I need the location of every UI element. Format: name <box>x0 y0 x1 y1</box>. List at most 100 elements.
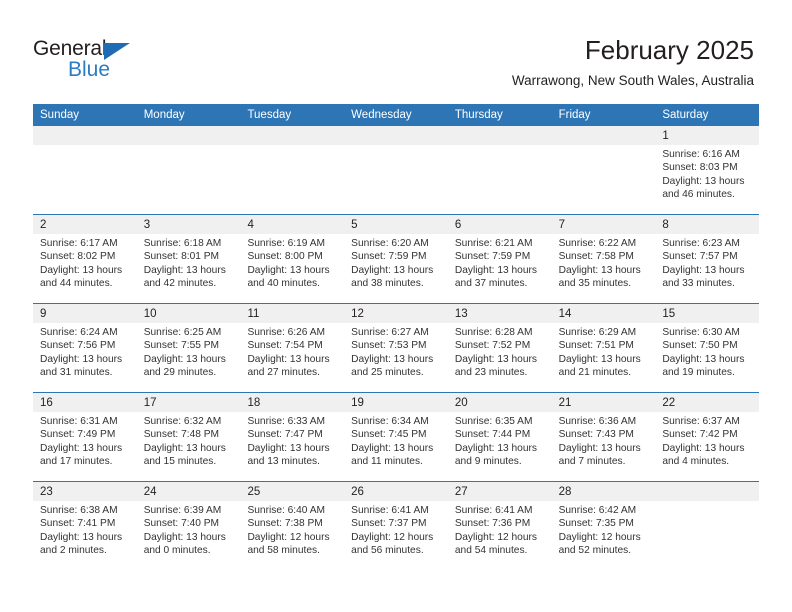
calendar-day-cell[interactable]: 12 Sunrise: 6:27 AM Sunset: 7:53 PM Dayligh… <box>344 304 448 392</box>
daylight-text: Daylight: 13 hours and 31 minutes. <box>40 353 123 379</box>
daylight-text: Daylight: 13 hours and 46 minutes. <box>662 175 745 201</box>
calendar-week-row: 2 Sunrise: 6:17 AM Sunset: 8:02 PM Daylight… <box>33 215 760 304</box>
daylight-text: Daylight: 12 hours and 56 minutes. <box>351 531 434 557</box>
calendar-day-cell[interactable]: 14 Sunrise: 6:29 AM Sunset: 7:51 PM Dayligh… <box>551 304 656 392</box>
calendar-day-cell[interactable]: 19 Sunrise: 6:34 AM Sunset: 7:45 PM Dayligh… <box>344 393 448 481</box>
calendar-day-cell[interactable]: 26 Sunrise: 6:41 AM Sunset: 7:37 PM Dayligh… <box>344 482 448 571</box>
day-number-strip: 26 <box>344 482 448 501</box>
sunset-text: Sunset: 7:53 PM <box>351 340 427 352</box>
weekday-header-row: Sunday Monday Tuesday Wednesday Thursday Frid… <box>33 104 759 126</box>
calendar-day-cell[interactable]: 11 Sunrise: 6:26 AM Sunset: 7:54 PM Dayligh… <box>240 304 345 392</box>
sunrise-text: Sunrise: 6:29 AM <box>558 327 637 338</box>
sunset-text: Sunset: 7:54 PM <box>247 340 323 352</box>
day-number-strip: 15 <box>655 304 760 323</box>
calendar-day-cell[interactable]: 18 Sunrise: 6:33 AM Sunset: 7:47 PM Dayligh… <box>240 393 345 481</box>
calendar-weeks: 1 Sunrise: 6:16 AM Sunset: 8:03 PM Daylight… <box>33 126 760 571</box>
day-sun-info: Sunrise: 6:36 AM Sunset: 7:43 PM Daylight:… <box>552 412 656 469</box>
calendar-day-cell[interactable]: 2 Sunrise: 6:17 AM Sunset: 8:02 PM Daylight… <box>33 215 137 303</box>
calendar-day-cell[interactable]: 3 Sunrise: 6:18 AM Sunset: 8:01 PM Daylight… <box>136 215 241 303</box>
day-number: 15 <box>662 308 676 320</box>
sunrise-text: Sunrise: 6:41 AM <box>454 505 533 516</box>
daylight-text: Daylight: 13 hours and 0 minutes. <box>143 531 226 557</box>
day-number: 7 <box>558 219 565 231</box>
day-number-strip <box>33 126 137 145</box>
day-number: 23 <box>40 486 53 498</box>
day-number-strip <box>551 126 656 145</box>
sunset-text: Sunset: 7:58 PM <box>558 251 634 263</box>
day-number-strip: 19 <box>344 393 448 412</box>
calendar-day-cell[interactable]: 23 Sunrise: 6:38 AM Sunset: 7:41 PM Dayligh… <box>33 482 137 571</box>
day-number: 24 <box>143 486 157 498</box>
calendar-week-row: 9 Sunrise: 6:24 AM Sunset: 7:56 PM Daylight… <box>33 304 760 393</box>
sunset-text: Sunset: 7:40 PM <box>143 518 220 530</box>
calendar-day-cell[interactable]: 17 Sunrise: 6:32 AM Sunset: 7:48 PM Dayligh… <box>136 393 241 481</box>
day-sun-info: Sunrise: 6:29 AM Sunset: 7:51 PM Daylight:… <box>552 323 656 380</box>
calendar-day-cell[interactable]: 21 Sunrise: 6:36 AM Sunset: 7:43 PM Dayligh… <box>551 393 656 481</box>
sunrise-text: Sunrise: 6:19 AM <box>247 238 326 249</box>
day-sun-info: Sunrise: 6:24 AM Sunset: 7:56 PM Daylight:… <box>33 323 137 380</box>
calendar-page: General Blue February 2025 Warrawong, Ne… <box>0 0 792 612</box>
daylight-text: Daylight: 13 hours and 35 minutes. <box>558 264 641 290</box>
day-number-strip: 6 <box>447 215 552 234</box>
day-sun-info: Sunrise: 6:22 AM Sunset: 7:58 PM Daylight:… <box>552 234 656 291</box>
sunrise-text: Sunrise: 6:25 AM <box>143 327 222 338</box>
day-sun-info: Sunrise: 6:30 AM Sunset: 7:50 PM Daylight:… <box>655 323 759 380</box>
calendar-day-cell[interactable]: 27 Sunrise: 6:41 AM Sunset: 7:36 PM Dayligh… <box>447 482 552 571</box>
day-number-strip <box>344 126 448 145</box>
day-number-strip: 25 <box>240 482 345 501</box>
calendar-day-cell[interactable]: 25 Sunrise: 6:40 AM Sunset: 7:38 PM Dayligh… <box>240 482 345 571</box>
day-number-strip: 28 <box>551 482 656 501</box>
calendar-day-cell[interactable]: 24 Sunrise: 6:39 AM Sunset: 7:40 PM Dayligh… <box>136 482 241 571</box>
calendar-day-cell[interactable]: 7 Sunrise: 6:22 AM Sunset: 7:58 PM Daylight… <box>551 215 656 303</box>
day-number-strip <box>447 126 552 145</box>
weekday-header-thursday: Thursday <box>454 109 503 121</box>
calendar-day-cell[interactable]: 6 Sunrise: 6:21 AM Sunset: 7:59 PM Daylight… <box>447 215 552 303</box>
calendar-day-cell[interactable]: 13 Sunrise: 6:28 AM Sunset: 7:52 PM Dayligh… <box>447 304 552 392</box>
calendar-day-cell[interactable]: 10 Sunrise: 6:25 AM Sunset: 7:55 PM Dayligh… <box>136 304 241 392</box>
sunset-text: Sunset: 7:50 PM <box>662 340 738 352</box>
day-sun-info: Sunrise: 6:41 AM Sunset: 7:37 PM Daylight:… <box>344 501 448 558</box>
daylight-text: Daylight: 13 hours and 15 minutes. <box>143 442 226 468</box>
sunrise-text: Sunrise: 6:36 AM <box>558 416 637 427</box>
calendar-day-cell-empty <box>33 126 137 214</box>
day-sun-info: Sunrise: 6:35 AM Sunset: 7:44 PM Daylight:… <box>448 412 552 469</box>
day-number: 21 <box>558 397 572 409</box>
daylight-text: Daylight: 13 hours and 23 minutes. <box>454 353 537 379</box>
sunrise-text: Sunrise: 6:34 AM <box>351 416 429 427</box>
daylight-text: Daylight: 13 hours and 7 minutes. <box>558 442 641 468</box>
daylight-text: Daylight: 13 hours and 27 minutes. <box>247 353 330 379</box>
day-number: 13 <box>454 308 468 320</box>
day-number-strip: 12 <box>344 304 448 323</box>
sunset-text: Sunset: 7:49 PM <box>40 429 116 441</box>
calendar-day-cell[interactable]: 28 Sunrise: 6:42 AM Sunset: 7:35 PM Dayligh… <box>551 482 656 571</box>
day-number: 22 <box>662 397 676 409</box>
calendar-day-cell[interactable]: 20 Sunrise: 6:35 AM Sunset: 7:44 PM Dayligh… <box>447 393 552 481</box>
location-subtitle: Warrawong, New South Wales, Australia <box>511 73 754 88</box>
calendar-day-cell[interactable]: 15 Sunrise: 6:30 AM Sunset: 7:50 PM Dayligh… <box>655 304 760 392</box>
calendar-day-cell[interactable]: 22 Sunrise: 6:37 AM Sunset: 7:42 PM Dayligh… <box>655 393 760 481</box>
calendar-day-cell[interactable]: 16 Sunrise: 6:31 AM Sunset: 7:49 PM Dayligh… <box>33 393 137 481</box>
day-number-strip: 17 <box>136 393 241 412</box>
sunrise-text: Sunrise: 6:42 AM <box>558 505 637 516</box>
sunrise-text: Sunrise: 6:18 AM <box>143 238 222 249</box>
day-number-strip: 9 <box>33 304 137 323</box>
sunset-text: Sunset: 7:51 PM <box>558 340 634 352</box>
calendar-day-cell[interactable]: 8 Sunrise: 6:23 AM Sunset: 7:57 PM Daylight… <box>655 215 760 303</box>
day-number-strip: 11 <box>240 304 345 323</box>
day-number-strip: 10 <box>136 304 241 323</box>
sunset-text: Sunset: 8:01 PM <box>143 251 220 263</box>
day-sun-info: Sunrise: 6:32 AM Sunset: 7:48 PM Daylight:… <box>137 412 241 469</box>
calendar-day-cell[interactable]: 1 Sunrise: 6:16 AM Sunset: 8:03 PM Daylight… <box>655 126 760 214</box>
day-number-strip <box>136 126 241 145</box>
calendar-day-cell[interactable]: 4 Sunrise: 6:19 AM Sunset: 8:00 PM Daylight… <box>240 215 345 303</box>
calendar-day-cell[interactable]: 5 Sunrise: 6:20 AM Sunset: 7:59 PM Daylight… <box>344 215 448 303</box>
calendar-day-cell[interactable]: 9 Sunrise: 6:24 AM Sunset: 7:56 PM Daylight… <box>33 304 137 392</box>
day-number-strip: 1 <box>655 126 760 145</box>
day-number: 6 <box>454 219 462 231</box>
sunrise-text: Sunrise: 6:35 AM <box>454 416 533 427</box>
page-title: February 2025 <box>584 35 754 65</box>
day-sun-info: Sunrise: 6:41 AM Sunset: 7:36 PM Daylight:… <box>448 501 552 558</box>
day-number: 25 <box>247 486 261 498</box>
general-blue-logo[interactable]: General Blue <box>33 38 223 90</box>
day-number: 12 <box>351 308 364 320</box>
